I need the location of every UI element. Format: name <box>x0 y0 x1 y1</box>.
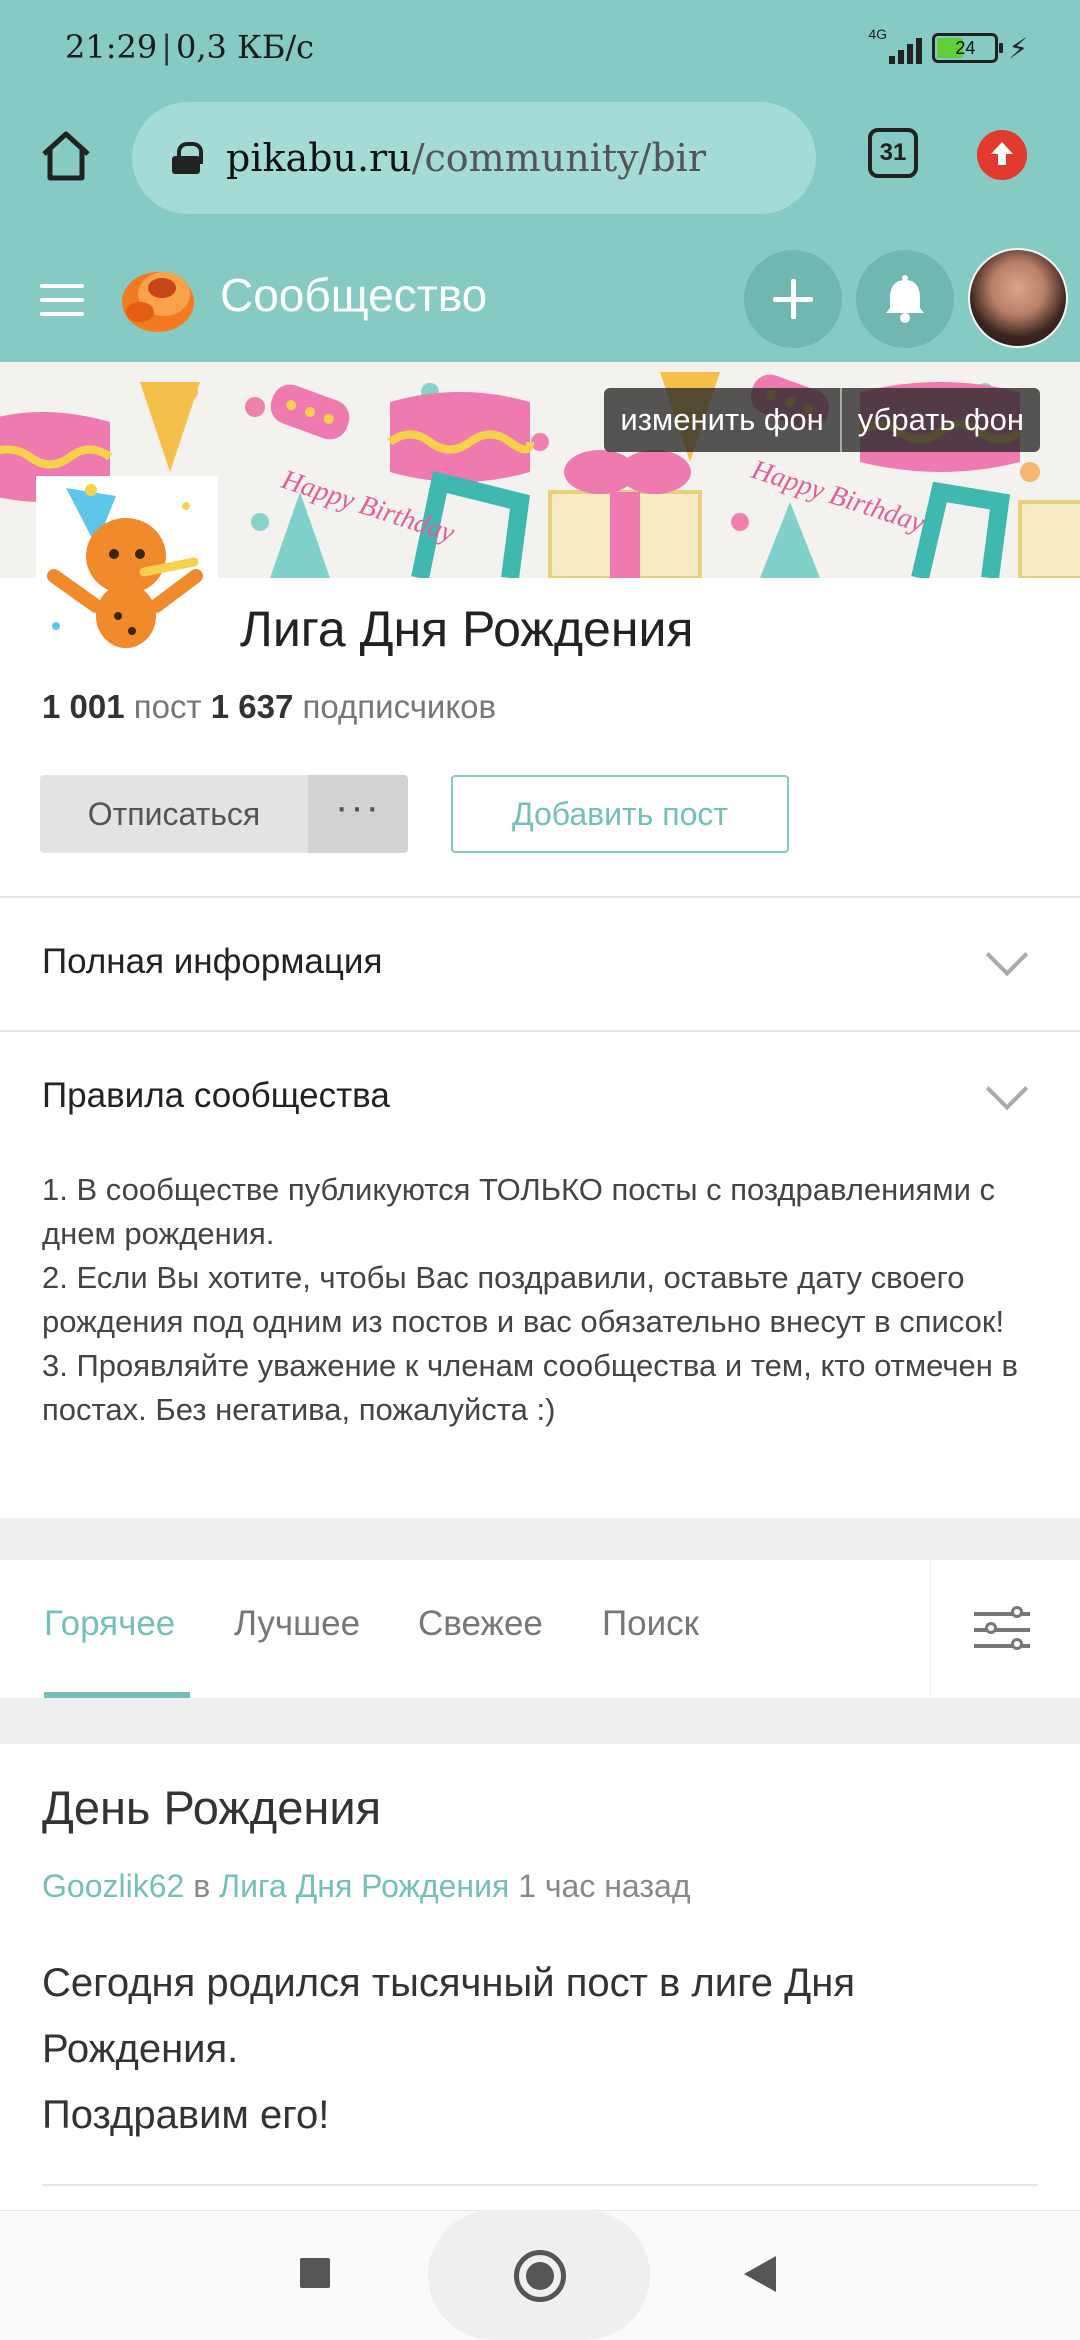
back-icon[interactable] <box>744 2256 776 2292</box>
rules-toggle[interactable]: Правила сообщества <box>42 1076 390 1116</box>
post-body: Сегодня родился тысячный пост в лиге Дня… <box>42 1950 855 2148</box>
rule-item: 3. Проявляйте уважение к членам сообщест… <box>42 1348 1018 1427</box>
full-info-toggle[interactable]: Полная информация <box>42 942 382 982</box>
tab-search[interactable]: Поиск <box>602 1604 699 1644</box>
network-type: 4G <box>868 26 888 42</box>
post-in-word: в <box>193 1868 211 1904</box>
community-stats: 1 001 пост 1 637 подписчиков <box>42 688 496 726</box>
divider <box>42 2184 1038 2186</box>
battery-level: 24 <box>955 38 976 58</box>
pikabu-logo-icon[interactable] <box>118 258 198 338</box>
avatar[interactable] <box>968 248 1068 348</box>
browser-toolbar: pikabu.ru/community/bir 31 <box>0 98 1080 236</box>
more-options-button[interactable]: ··· <box>308 775 408 853</box>
add-post-button[interactable]: Добавить пост <box>451 775 789 853</box>
chevron-down-icon[interactable] <box>985 1067 1029 1111</box>
community-name: Лига Дня Рождения <box>240 601 694 657</box>
update-icon[interactable] <box>977 130 1027 180</box>
rule-item: 1. В сообществе публикуются ТОЛЬКО посты… <box>42 1172 996 1251</box>
status-time: 21:29 | 0,3 КБ/с <box>65 28 315 66</box>
address-bar[interactable]: pikabu.ru/community/bir <box>132 102 816 214</box>
home-nav-icon[interactable] <box>514 2250 566 2302</box>
post-title[interactable]: День Рождения <box>42 1780 381 1835</box>
tab-hot[interactable]: Горячее <box>44 1604 175 1644</box>
post-community-link[interactable]: Лига Дня Рождения <box>219 1868 509 1904</box>
divider <box>0 896 1080 898</box>
home-icon[interactable] <box>38 128 94 184</box>
posts-label: пост <box>133 688 202 725</box>
charging-icon: ⚡ <box>1008 32 1028 64</box>
posts-count: 1 001 <box>42 688 125 725</box>
post-time: 1 час назад <box>518 1868 691 1904</box>
recents-icon[interactable] <box>300 2258 330 2288</box>
post-body-line: Сегодня родился тысячный пост в лиге Дня <box>42 1961 855 2005</box>
url-path: /community/bir <box>411 136 707 180</box>
subscribers-label: подписчиков <box>302 688 497 725</box>
section-separator <box>0 1518 1080 1560</box>
notifications-button[interactable] <box>856 250 954 348</box>
tab-new[interactable]: Свежее <box>418 1604 543 1644</box>
filter-button[interactable] <box>930 1560 1080 1698</box>
community-avatar <box>36 476 218 658</box>
add-button[interactable] <box>744 250 842 348</box>
status-bar: 21:29 | 0,3 КБ/с 4G 24 ⚡ <box>0 0 1080 98</box>
subscribers-count: 1 637 <box>210 688 294 725</box>
post-author-link[interactable]: Goozlik62 <box>42 1868 184 1904</box>
banner-actions: изменить фон убрать фон <box>604 388 1040 452</box>
rule-item: 2. Если Вы хотите, чтобы Вас поздравили,… <box>42 1260 1005 1339</box>
clock: 21:29 <box>65 28 158 66</box>
tab-best[interactable]: Лучшее <box>234 1604 360 1644</box>
menu-icon[interactable] <box>40 284 84 316</box>
status-icons: 4G 24 ⚡ <box>868 26 1028 68</box>
network-speed: 0,3 КБ/с <box>176 28 315 66</box>
signal-icon: 4G <box>868 26 923 68</box>
post-body-line: Рождения. <box>42 2027 239 2071</box>
bell-icon <box>886 275 924 323</box>
post-meta: Goozlik62 в Лига Дня Рождения 1 час наза… <box>42 1868 690 1905</box>
chevron-down-icon[interactable] <box>985 933 1029 977</box>
post-body-line: Поздравим его! <box>42 2093 330 2137</box>
unsubscribe-button[interactable]: Отписаться <box>40 775 308 853</box>
site-header: Сообщество <box>0 236 1080 362</box>
lock-icon <box>172 142 203 174</box>
section-separator <box>0 1698 1080 1744</box>
change-background-button[interactable]: изменить фон <box>604 388 839 452</box>
divider <box>0 1030 1080 1032</box>
community-rules: 1. В сообществе публикуются ТОЛЬКО посты… <box>42 1168 1042 1432</box>
battery-icon: 24 <box>932 33 1004 63</box>
remove-background-button[interactable]: убрать фон <box>839 388 1040 452</box>
url-host: pikabu.ru <box>226 136 412 180</box>
feed-tabs: Горячее Лучшее Свежее Поиск <box>0 1560 1080 1698</box>
tabs-button[interactable]: 31 <box>868 128 918 178</box>
site-title: Сообщество <box>220 269 488 321</box>
